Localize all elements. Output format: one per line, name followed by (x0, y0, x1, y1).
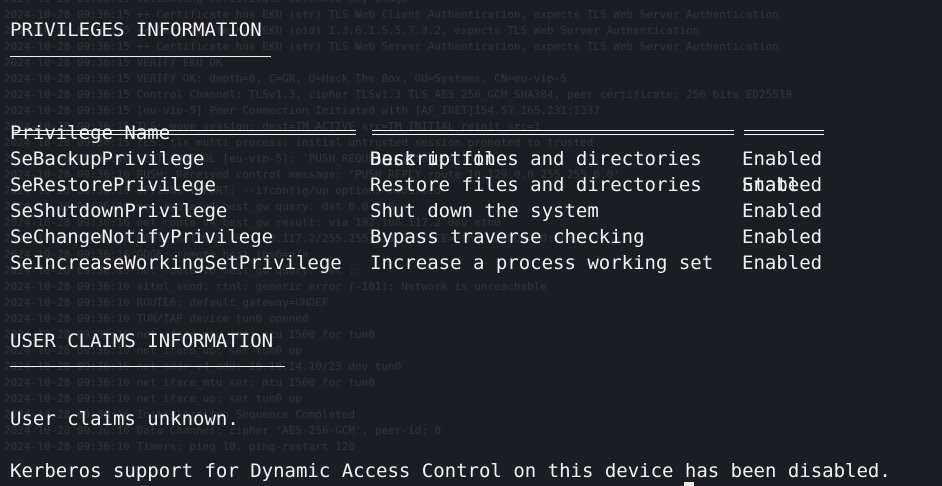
privilege-row: SeShutdownPrivilege Shut down the system E… (10, 198, 930, 224)
privileges-section-title: PRIVILEGES INFORMATION (10, 19, 262, 41)
privilege-state: Enabled (742, 200, 823, 222)
header-separator-description (372, 130, 734, 135)
claims-message: User claims unknown. (10, 408, 239, 430)
privilege-row: SeIncreaseWorkingSetPrivilege Increase a … (10, 250, 930, 276)
privilege-name: SeChangeNotifyPrivilege (10, 226, 274, 248)
kerberos-message: Kerberos support for Dynamic Access Cont… (10, 460, 891, 482)
claims-section-title: USER CLAIMS INFORMATION (10, 330, 274, 352)
background-log-line: 2024-10-28 09:36:16 Timers: ping 10, pin… (4, 440, 355, 453)
privilege-state: Enabled (742, 148, 823, 170)
privilege-description: Increase a process working set (370, 252, 714, 274)
privilege-row: SeChangeNotifyPrivilege Bypass traverse c… (10, 224, 930, 250)
privilege-name: SeIncreaseWorkingSetPrivilege (10, 252, 342, 274)
privilege-name: SeBackupPrivilege (10, 148, 205, 170)
privilege-state: Enabled (742, 252, 823, 274)
privilege-description: Restore files and directories (370, 174, 702, 196)
header-separator-name (13, 130, 356, 135)
privilege-state: Enabled (742, 226, 823, 248)
privilege-description: Back up files and directories (370, 148, 702, 170)
privilege-description: Shut down the system (370, 200, 599, 222)
claims-title-underline (10, 366, 285, 367)
privilege-name: SeRestorePrivilege (10, 174, 216, 196)
privilege-row: SeBackupPrivilege Back up files and direc… (10, 146, 930, 172)
privilege-state: Enabled (742, 174, 823, 196)
privilege-description: Bypass traverse checking (370, 226, 645, 248)
privileges-title-underline (10, 56, 271, 57)
privileges-table-header: Privilege Name Description State (10, 94, 930, 196)
terminal-output: PRIVILEGES INFORMATION Privilege Name De… (10, 0, 942, 482)
privilege-name: SeShutdownPrivilege (10, 200, 228, 222)
header-separator-state (744, 130, 824, 135)
privilege-row: SeRestorePrivilege Restore files and dire… (10, 172, 930, 198)
